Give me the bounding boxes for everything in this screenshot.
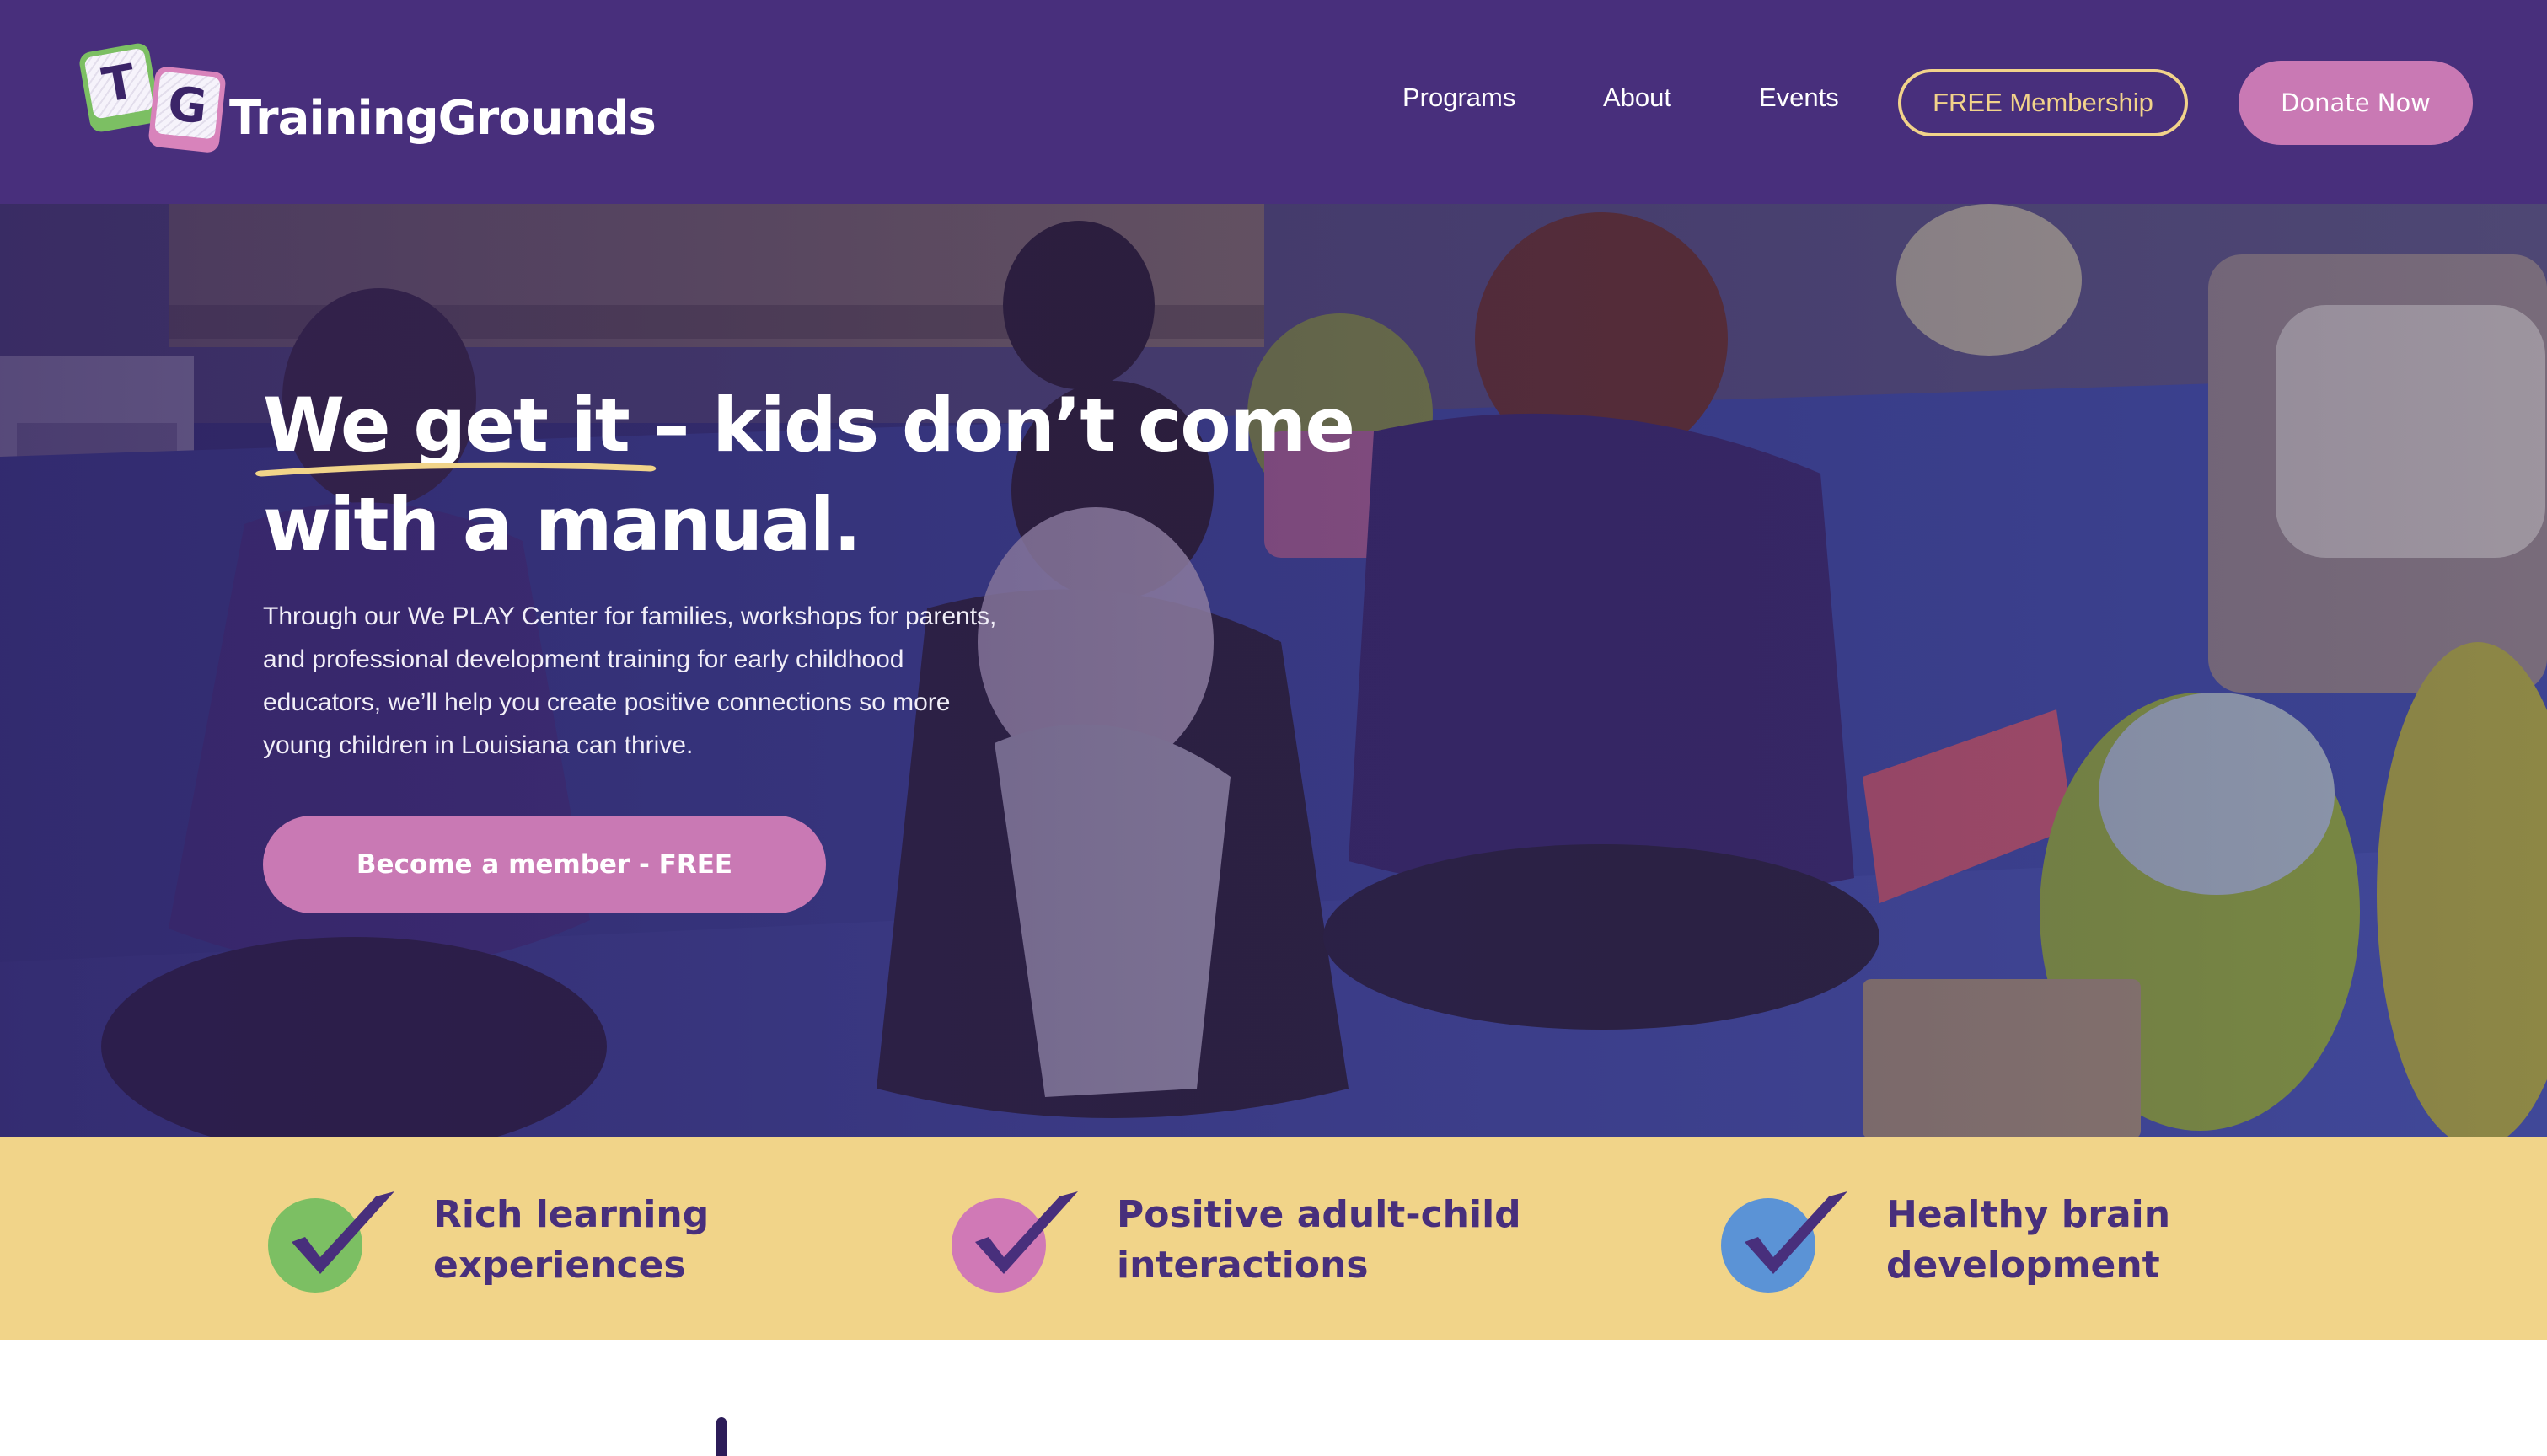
- hero-section: We get it – kids don’t come with a manua…: [0, 204, 2547, 1138]
- yellow-underline-icon: [255, 462, 657, 477]
- hero-description: Through our We PLAY Center for families,…: [263, 602, 997, 759]
- feature-label-line2: interactions: [1117, 1244, 1369, 1287]
- hero-headline: We get it – kids don’t come with a manua…: [255, 376, 1359, 575]
- logo-block-t-icon: T: [78, 41, 162, 134]
- pink-checkmark-icon: [952, 1191, 1078, 1293]
- nav-about[interactable]: About: [1603, 83, 1671, 113]
- become-member-button[interactable]: Become a member - FREE: [263, 816, 826, 913]
- green-checkmark-icon: [268, 1191, 394, 1293]
- feature-label-line1: Healthy brain: [1886, 1193, 2171, 1236]
- feature-label: Rich learning experiences: [433, 1190, 709, 1291]
- next-section: [0, 1340, 2547, 1456]
- feature-label: Positive adult-child interactions: [1117, 1190, 1521, 1291]
- feature-label: Healthy brain development: [1886, 1190, 2170, 1291]
- logo-block-g-icon: G: [147, 65, 227, 154]
- free-membership-button[interactable]: FREE Membership: [1898, 69, 2188, 136]
- nav-events[interactable]: Events: [1759, 83, 1839, 113]
- features-band: Rich learning experiences Positive adult…: [0, 1138, 2547, 1340]
- feature-label-line2: development: [1886, 1244, 2160, 1287]
- headline-highlight: We get it: [255, 376, 657, 477]
- feature-label-line1: Rich learning: [433, 1193, 710, 1236]
- nav-programs[interactable]: Programs: [1402, 83, 1515, 113]
- site-header: T G TrainingGrounds Programs About Event…: [0, 0, 2547, 204]
- blue-checkmark-icon: [1721, 1191, 1847, 1293]
- donate-now-button[interactable]: Donate Now: [2239, 61, 2473, 145]
- logo-block-g-letter: G: [153, 71, 222, 140]
- headline-highlight-text: We get it: [263, 382, 630, 468]
- section-divider-mark: [716, 1417, 727, 1456]
- logo-wordmark: TrainingGrounds: [229, 91, 657, 146]
- feature-label-line2: experiences: [433, 1244, 686, 1287]
- feature-label-line1: Positive adult-child: [1117, 1193, 1521, 1236]
- logo-block-t-letter: T: [83, 47, 155, 120]
